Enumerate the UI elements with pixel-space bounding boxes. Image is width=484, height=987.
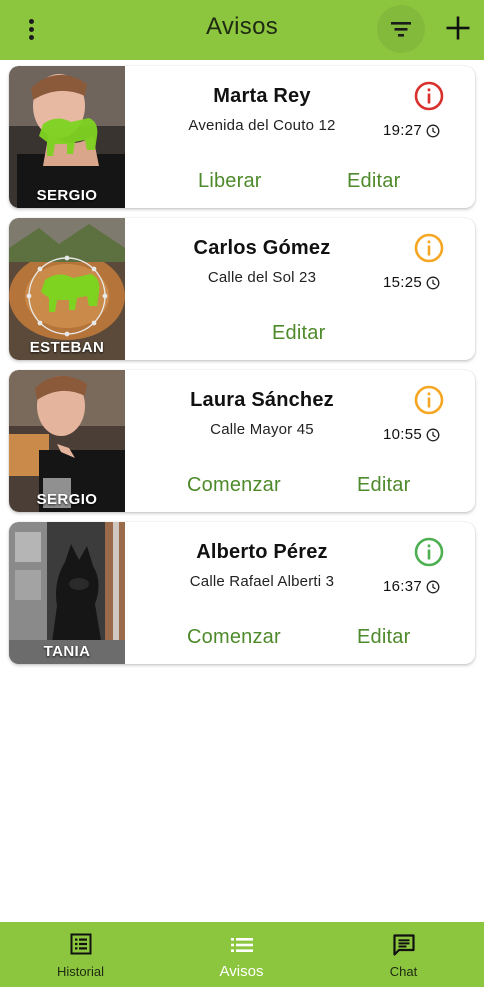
- aviso-address: Calle Mayor 45: [210, 421, 314, 438]
- clock-icon: [426, 428, 440, 441]
- aviso-name: Carlos Gómez: [193, 237, 331, 259]
- aviso-address: Calle Rafael Alberti 3: [189, 573, 335, 590]
- editar-button[interactable]: Editar: [357, 474, 410, 497]
- aviso-time: 16:37: [383, 578, 440, 595]
- nav-label: Avisos: [219, 963, 264, 980]
- nav-chat[interactable]: Chat: [323, 922, 484, 987]
- aviso-time: 15:25: [383, 274, 440, 291]
- clock-icon: [426, 580, 440, 593]
- aviso-photo: TANIA: [9, 522, 125, 664]
- aviso-card[interactable]: SERGIO Marta Rey Avenida del Couto 12 19…: [9, 66, 475, 208]
- editar-button[interactable]: Editar: [357, 626, 410, 649]
- chat-icon: [392, 934, 415, 956]
- aviso-card[interactable]: SERGIO Laura Sánchez Calle Mayor 45 10:5…: [9, 370, 475, 512]
- plus-icon: [446, 16, 470, 40]
- aviso-card[interactable]: TANIA Alberto Pérez Calle Rafael Alberti…: [9, 522, 475, 664]
- aviso-name: Laura Sánchez: [190, 389, 334, 411]
- liberar-button[interactable]: Liberar: [198, 170, 262, 193]
- time-text: 19:27: [383, 122, 423, 139]
- time-text: 15:25: [383, 274, 423, 291]
- top-app-bar: Avisos: [0, 0, 484, 60]
- aviso-photo: SERGIO: [9, 370, 125, 512]
- editar-button[interactable]: Editar: [347, 170, 400, 193]
- time-text: 16:37: [383, 578, 423, 595]
- info-icon[interactable]: [413, 232, 445, 264]
- photo-label: SERGIO: [36, 491, 98, 508]
- aviso-photo: SERGIO: [9, 66, 125, 208]
- photo-label: TANIA: [43, 643, 91, 660]
- time-text: 10:55: [383, 426, 423, 443]
- filter-button[interactable]: [377, 5, 425, 53]
- bottom-navigation: Historial Avisos Chat: [0, 922, 484, 987]
- filter-icon: [391, 22, 411, 37]
- add-button[interactable]: [440, 10, 476, 46]
- info-icon[interactable]: [413, 536, 445, 568]
- aviso-photo: ESTEBAN: [9, 218, 125, 360]
- editar-button[interactable]: Editar: [272, 322, 325, 345]
- comenzar-button[interactable]: Comenzar: [187, 626, 281, 649]
- nav-avisos[interactable]: Avisos: [161, 922, 322, 987]
- list-box-icon: [70, 933, 91, 955]
- list-icon: [230, 938, 253, 952]
- nav-historial[interactable]: Historial: [0, 922, 161, 987]
- aviso-card[interactable]: ESTEBAN Carlos Gómez Calle del Sol 23 15…: [9, 218, 475, 360]
- info-icon[interactable]: [413, 80, 445, 112]
- comenzar-button[interactable]: Comenzar: [187, 474, 281, 497]
- aviso-name: Marta Rey: [213, 85, 311, 107]
- clock-icon: [426, 276, 440, 289]
- clock-icon: [426, 124, 440, 137]
- photo-label: SERGIO: [36, 187, 98, 204]
- photo-label: ESTEBAN: [29, 339, 105, 356]
- aviso-address: Calle del Sol 23: [207, 269, 317, 286]
- info-icon[interactable]: [413, 384, 445, 416]
- aviso-address: Avenida del Couto 12: [188, 117, 336, 134]
- nav-label: Chat: [389, 964, 418, 979]
- aviso-time: 19:27: [383, 122, 440, 139]
- nav-label: Historial: [57, 964, 104, 979]
- aviso-time: 10:55: [383, 426, 440, 443]
- aviso-name: Alberto Pérez: [196, 541, 328, 563]
